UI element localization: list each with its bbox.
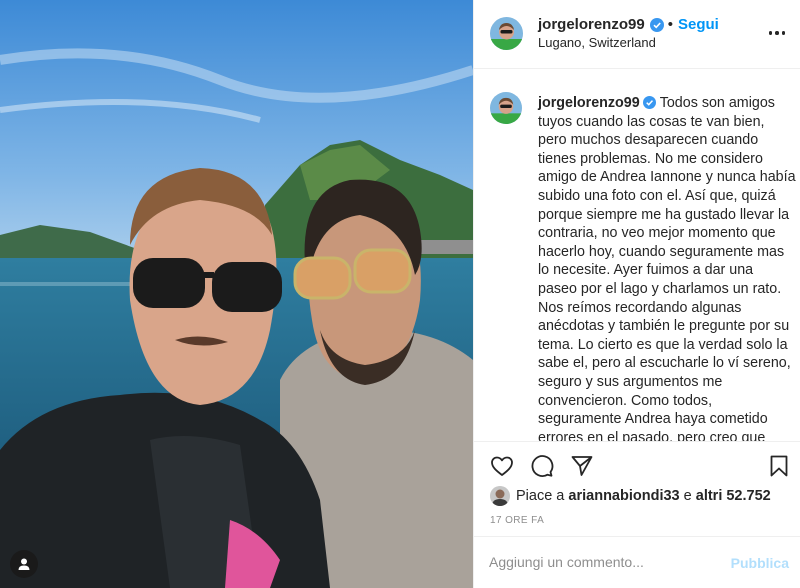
author-username[interactable]: jorgelorenzo99	[538, 16, 645, 33]
publish-button[interactable]: Pubblica	[731, 555, 789, 571]
post-location[interactable]: Lugano, Switzerland	[538, 35, 656, 50]
post-caption: jorgelorenzo99 Todos son amigos tuyos cua…	[538, 94, 796, 441]
post-header: jorgelorenzo99 • Segui Lugano, Switzerla…	[474, 0, 800, 69]
photo-scene	[0, 0, 473, 588]
comment-icon[interactable]	[530, 454, 554, 478]
author-avatar[interactable]	[490, 17, 523, 50]
comment-input[interactable]	[489, 554, 709, 570]
post-details-panel: jorgelorenzo99 • Segui Lugano, Switzerla…	[473, 0, 800, 588]
separator-dot: •	[667, 16, 673, 33]
add-comment-bar: Pubblica	[474, 536, 800, 588]
bookmark-icon[interactable]	[767, 454, 791, 478]
share-icon[interactable]	[570, 454, 594, 478]
likes-middle: e	[683, 488, 692, 504]
post-photo[interactable]	[0, 0, 473, 588]
post-timestamp[interactable]: 17 ORE FA	[490, 515, 544, 526]
liker-avatar	[490, 486, 510, 506]
author-line: jorgelorenzo99 • Segui	[538, 16, 719, 33]
likes-prefix: Piace a	[516, 488, 565, 504]
caption-text: Todos son amigos tuyos cuando las cosas …	[538, 95, 796, 441]
heart-icon[interactable]	[490, 454, 514, 478]
verified-badge-icon	[649, 17, 664, 32]
likes-summary[interactable]: Piace a ariannabiondi33 e altri 52.752	[490, 486, 771, 506]
caption-username[interactable]: jorgelorenzo99	[538, 95, 640, 111]
verified-badge-icon	[642, 95, 656, 109]
likes-others-count[interactable]: altri 52.752	[696, 488, 771, 504]
user-tag-icon[interactable]	[10, 550, 38, 578]
more-options-icon[interactable]	[765, 23, 789, 43]
comments-section[interactable]: jorgelorenzo99 Todos son amigos tuyos cua…	[474, 70, 800, 441]
caption-author-avatar[interactable]	[490, 92, 522, 124]
follow-button[interactable]: Segui	[678, 16, 719, 33]
liker-username[interactable]: ariannabiondi33	[568, 488, 679, 504]
